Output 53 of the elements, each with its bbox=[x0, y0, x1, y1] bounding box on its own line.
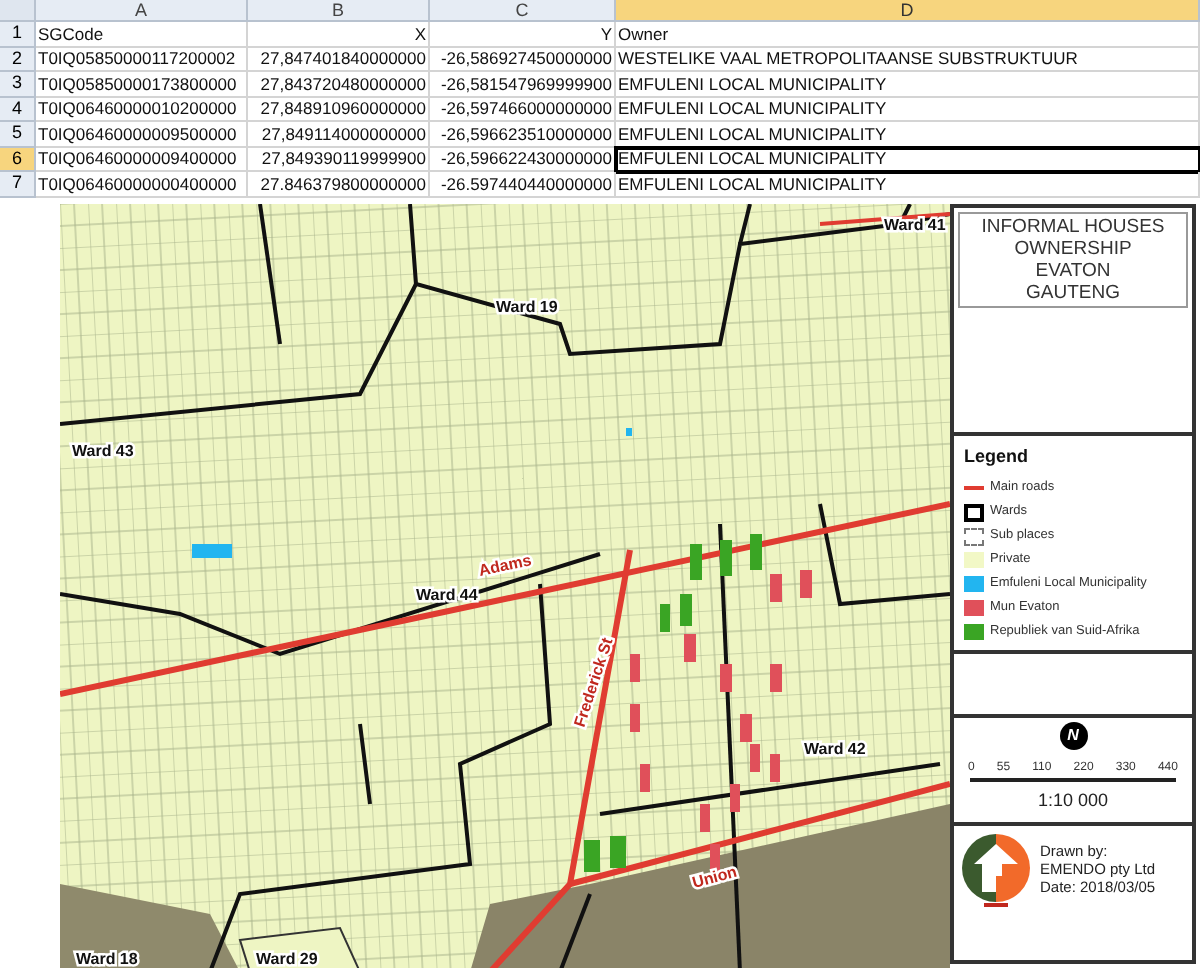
table-cell[interactable]: EMFULENI LOCAL MUNICIPALITY bbox=[616, 72, 1200, 97]
subplace-boundary-symbol bbox=[964, 527, 984, 545]
row-header[interactable]: 1 bbox=[0, 22, 36, 47]
table-cell[interactable]: Owner bbox=[616, 22, 1200, 47]
table-cell[interactable]: T0IQ05850000117200002 bbox=[36, 47, 248, 72]
table-cell[interactable]: 27,847401840000000 bbox=[248, 47, 430, 72]
table-cell[interactable]: EMFULENI LOCAL MUNICIPALITY bbox=[616, 147, 1200, 172]
ward-label: Ward 42 bbox=[804, 739, 866, 757]
road-label: Union bbox=[690, 861, 739, 891]
column-header[interactable]: A bbox=[36, 0, 248, 22]
table-cell[interactable]: T0IQ06460000009500000 bbox=[36, 122, 248, 147]
column-header[interactable]: B bbox=[248, 0, 430, 22]
house-logo-icon bbox=[960, 831, 1032, 907]
table-cell[interactable]: EMFULENI LOCAL MUNICIPALITY bbox=[616, 97, 1200, 122]
table-cell[interactable]: T0IQ06460000010200000 bbox=[36, 97, 248, 122]
table-cell[interactable]: 27,849390119999900 bbox=[248, 147, 430, 172]
table-cell[interactable]: T0IQ06460000009400000 bbox=[36, 147, 248, 172]
ward-label: Ward 18 bbox=[76, 949, 138, 967]
table-cell[interactable]: X bbox=[248, 22, 430, 47]
legend-title: Legend bbox=[964, 443, 1031, 470]
column-header[interactable]: D bbox=[616, 0, 1200, 22]
table-cell[interactable]: 27.846379800000000 bbox=[248, 172, 430, 197]
row-header[interactable]: 2 bbox=[0, 47, 36, 72]
table-cell[interactable]: -26,596622430000000 bbox=[430, 147, 616, 172]
ward-label: Ward 43 bbox=[72, 441, 134, 459]
table-cell[interactable]: T0IQ06460000000400000 bbox=[36, 172, 248, 197]
table-cell[interactable]: -26,596623510000000 bbox=[430, 122, 616, 147]
table-cell[interactable]: EMFULENI LOCAL MUNICIPALITY bbox=[616, 122, 1200, 147]
row-header[interactable]: 3 bbox=[0, 72, 36, 97]
column-header[interactable]: C bbox=[430, 0, 616, 22]
row-header[interactable]: 6 bbox=[0, 147, 36, 172]
select-all-corner[interactable] bbox=[0, 0, 36, 22]
table-cell[interactable]: 27,843720480000000 bbox=[248, 72, 430, 97]
row-header[interactable]: 7 bbox=[0, 172, 36, 197]
table-cell[interactable]: 27,849114000000000 bbox=[248, 122, 430, 147]
ward-label: Ward 44 bbox=[416, 585, 478, 603]
table-cell[interactable]: SGCode bbox=[36, 22, 248, 47]
road-label: Adams bbox=[477, 550, 534, 579]
table-cell[interactable]: 27,848910960000000 bbox=[248, 97, 430, 122]
table-cell[interactable]: Y bbox=[430, 22, 616, 47]
table-cell[interactable]: -26.597440440000000 bbox=[430, 172, 616, 197]
table-cell[interactable]: -26,586927450000000 bbox=[430, 47, 616, 72]
row-header[interactable]: 5 bbox=[0, 122, 36, 147]
ward-boundary-symbol bbox=[964, 503, 984, 521]
ward-label: Ward 29 bbox=[256, 949, 318, 967]
row-header[interactable]: 4 bbox=[0, 97, 36, 122]
table-cell[interactable]: EMFULENI LOCAL MUNICIPALITY bbox=[616, 172, 1200, 197]
table-cell[interactable]: -26,597466000000000 bbox=[430, 97, 616, 122]
table-cell[interactable]: WESTELIKE VAAL METROPOLITAANSE SUBSTRUKTUUR bbox=[616, 47, 1200, 72]
map-title: INFORMAL HOUSES OWNERSHIP EVATON GAUTENG bbox=[958, 211, 1188, 307]
table-cell[interactable]: T0IQ05850000173800000 bbox=[36, 72, 248, 97]
table-cell[interactable]: -26,581547969999900 bbox=[430, 72, 616, 97]
scale-ratio: 1:10 000 bbox=[1037, 788, 1109, 814]
